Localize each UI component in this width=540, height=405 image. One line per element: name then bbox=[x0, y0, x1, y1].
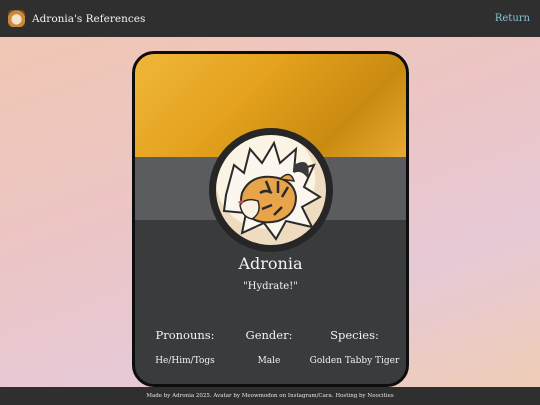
info-label: Species: bbox=[330, 328, 379, 342]
profile-info: Pronouns: He/Him/Togs Gender: Male Speci… bbox=[135, 328, 406, 366]
info-label: Pronouns: bbox=[155, 328, 215, 342]
avatar bbox=[216, 135, 326, 245]
tiger-face-icon bbox=[8, 10, 25, 27]
profile-card: Adronia "Hydrate!" Pronouns: He/Him/Togs… bbox=[132, 51, 409, 387]
info-gender: Gender: Male bbox=[235, 328, 303, 366]
profile-quote: "Hydrate!" bbox=[243, 281, 298, 292]
footer: Made by Adronia 2025. Avatar by Meowmodo… bbox=[0, 387, 540, 405]
return-link[interactable]: Return bbox=[495, 13, 530, 24]
top-bar: Adronia's References Return bbox=[0, 0, 540, 37]
tiger-avatar-illustration bbox=[222, 140, 322, 241]
info-pronouns: Pronouns: He/Him/Togs bbox=[135, 328, 235, 366]
info-value: He/Him/Togs bbox=[155, 356, 215, 366]
profile-name: Adronia bbox=[238, 254, 303, 273]
footer-credits: Made by Adronia 2025. Avatar by Meowmodo… bbox=[146, 393, 394, 399]
site-title: Adronia's References bbox=[32, 12, 146, 25]
avatar-frame bbox=[209, 128, 333, 252]
info-label: Gender: bbox=[245, 328, 293, 342]
info-value: Male bbox=[257, 356, 281, 366]
info-value: Golden Tabby Tiger bbox=[309, 356, 400, 366]
info-species: Species: Golden Tabby Tiger bbox=[303, 328, 406, 366]
